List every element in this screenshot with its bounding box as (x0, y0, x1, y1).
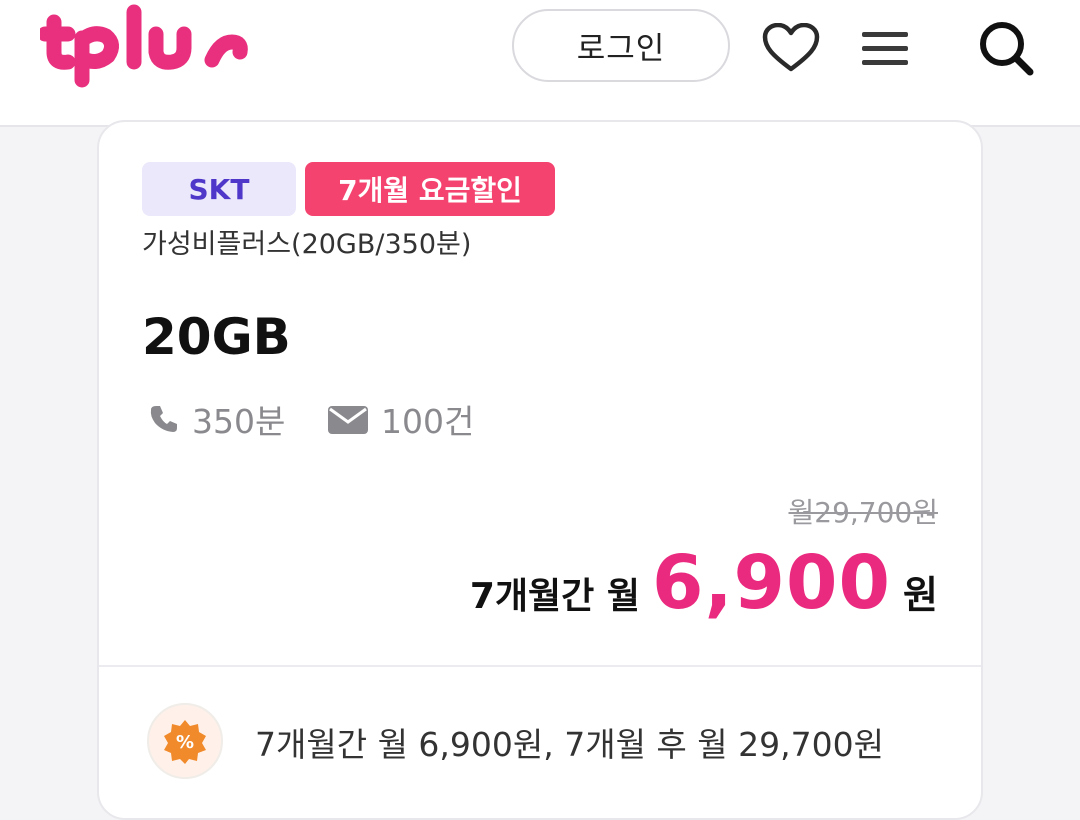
voice-spec: 350분 (148, 396, 285, 442)
phone-icon (148, 403, 180, 435)
price-unit: 원 (903, 573, 938, 617)
tplus-logo[interactable] (37, 0, 255, 104)
promo-badge: 7개월 요금할인 (305, 162, 555, 216)
card-divider (99, 665, 981, 667)
carrier-badge: SKT (142, 162, 296, 216)
search-icon[interactable] (976, 18, 1036, 78)
promo-note: 7개월간 월 6,900원, 7개월 후 월 29,700원 (255, 725, 884, 764)
mail-icon (327, 403, 369, 435)
sms-count: 100건 (381, 402, 475, 441)
sms-spec: 100건 (327, 396, 474, 442)
discount-icon: % (147, 703, 223, 779)
svg-text:%: % (176, 732, 194, 753)
price-label: 7개월간 월 (469, 576, 640, 617)
top-navigation-bar: 로그인 (0, 0, 1080, 127)
data-amount: 20GB (142, 308, 291, 366)
heart-icon[interactable] (761, 18, 821, 78)
original-price: 월29,700원 (788, 496, 939, 529)
menu-icon[interactable] (855, 18, 915, 78)
plan-name: 가성비플러스(20GB/350분) (142, 229, 472, 260)
price-value: 6,900 (651, 540, 892, 626)
login-button[interactable]: 로그인 (512, 9, 730, 82)
voice-minutes: 350분 (192, 402, 286, 441)
discount-price: 7개월간 월 6,900 원 (469, 540, 938, 626)
